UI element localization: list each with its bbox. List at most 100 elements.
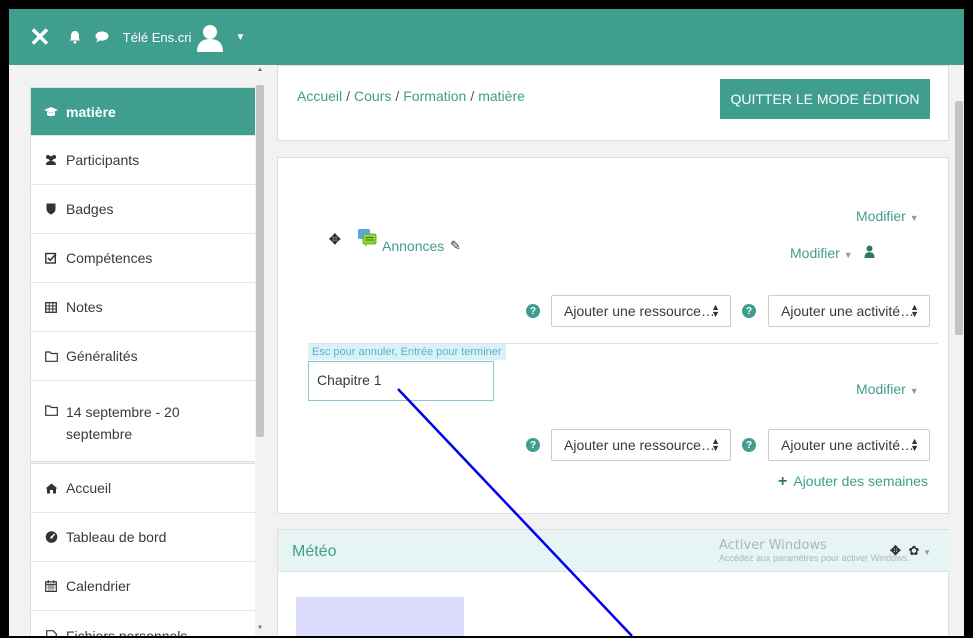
chevron-down-icon: ▼ (843, 250, 853, 260)
course-nav-group: matière Participants Badges Compétences (30, 87, 262, 462)
help-question-icon[interactable]: ? (526, 304, 540, 318)
move-handle-icon[interactable]: ✥ (329, 231, 341, 248)
help-question-icon[interactable]: ? (742, 438, 756, 452)
modify-label: Modifier (856, 208, 906, 224)
section0-modify-menu[interactable]: Modifier ▼ (856, 208, 919, 224)
user-avatar-icon[interactable] (195, 22, 225, 52)
scroll-down-arrow-icon[interactable]: ▼ (256, 625, 264, 631)
home-icon (44, 483, 58, 494)
sidebar-item-label: Participants (66, 152, 140, 168)
modify-label: Modifier (790, 245, 840, 261)
modify-label: Modifier (856, 381, 906, 397)
page-scrollbar[interactable] (954, 65, 964, 636)
sidebar-item-label: Compétences (66, 250, 153, 266)
watermark-line2: Accédez aux paramètres pour activer Wind… (719, 553, 910, 563)
folder-icon (44, 350, 58, 362)
sidebar-item-label: matière (66, 103, 116, 120)
sidebar-item-participants[interactable]: Participants (31, 136, 261, 185)
browser-viewport: ✕ Télé Ens.cri ▼ matière Participants Ba… (9, 9, 964, 636)
add-activity-select[interactable]: Ajouter une activité… ▲ ▼ (768, 295, 930, 327)
breadcrumb-link-accueil[interactable]: Accueil (297, 88, 342, 104)
chevron-down-icon: ▼ (909, 213, 919, 223)
breadcrumb-separator: / (395, 88, 400, 104)
user-role-icon[interactable] (864, 245, 875, 261)
sidebar-item-badges[interactable]: Badges (31, 185, 261, 234)
user-name[interactable]: Télé Ens.cri (123, 30, 192, 45)
breadcrumb-link-matiere[interactable]: matière (478, 88, 525, 104)
sidebar-item-calendrier[interactable]: Calendrier (31, 562, 261, 611)
sidebar-item-label: Généralités (66, 348, 138, 364)
breadcrumb-link-cours[interactable]: Cours (354, 88, 391, 104)
add-resource-select[interactable]: Ajouter une ressource… ▲ ▼ (551, 295, 731, 327)
exit-edit-mode-button[interactable]: QUITTER LE MODE ÉDITION (720, 79, 930, 119)
page-header-card: Accueil / Cours / Formation / matière QUITTER … (277, 65, 949, 141)
sidebar-item-label: 14 septembre - 20 septembre (66, 404, 180, 442)
select-arrows-icon: ▲ ▼ (910, 436, 919, 453)
section1-modify-menu[interactable]: Modifier ▼ (856, 381, 919, 397)
file-icon (44, 629, 58, 636)
block-controls: ✥ ✿ ▼ (890, 543, 931, 559)
users-icon (44, 154, 58, 166)
sidebar-item-accueil[interactable]: Accueil (31, 464, 261, 513)
sidebar-item-tableau-de-bord[interactable]: Tableau de bord (31, 513, 261, 562)
breadcrumb-link-formation[interactable]: Formation (403, 88, 466, 104)
help-question-icon[interactable]: ? (526, 438, 540, 452)
sidebar-item-week[interactable]: 14 septembre - 20 septembre (31, 381, 261, 461)
move-block-icon[interactable]: ✥ (890, 543, 901, 558)
sidebar-item-label: Badges (66, 201, 114, 217)
shield-icon (44, 203, 58, 215)
select-arrows-icon: ▲ ▼ (910, 302, 919, 319)
table-icon (44, 301, 58, 313)
section-name-input[interactable]: Chapitre 1 (308, 361, 494, 401)
select-value: Ajouter une activité… (781, 437, 915, 453)
activity-modify-menu[interactable]: Modifier ▼ (790, 245, 853, 261)
meteo-widget-image (296, 597, 464, 636)
chevron-down-icon: ▼ (909, 386, 919, 396)
sidebar-item-label: Fichiers personnels (66, 627, 188, 637)
notifications-bell-icon[interactable] (69, 30, 81, 44)
sidebar-item-label: Notes (66, 299, 103, 315)
add-activity-select-2[interactable]: Ajouter une activité… ▲ ▼ (768, 429, 930, 461)
sidebar: matière Participants Badges Compétences (9, 65, 269, 636)
watermark-line1: Activer Windows (719, 538, 827, 553)
sidebar-scrollbar[interactable]: ▲ ▼ (255, 65, 265, 636)
user-menu-caret-icon[interactable]: ▼ (235, 32, 245, 43)
site-nav-group: Accueil Tableau de bord Calendrier Fichi… (30, 463, 262, 636)
add-weeks-link[interactable]: + Ajouter des semaines (778, 473, 928, 491)
sidebar-item-competences[interactable]: Compétences (31, 234, 261, 283)
chevron-down-icon[interactable]: ▼ (923, 548, 931, 557)
inline-edit-hint: Esc pour annuler, Entrée pour terminer (308, 344, 506, 360)
help-question-icon[interactable]: ? (742, 304, 756, 318)
dashboard-icon (44, 531, 58, 543)
page-scroll-thumb[interactable] (955, 101, 963, 335)
breadcrumb-separator: / (346, 88, 351, 104)
sidebar-item-fichiers[interactable]: Fichiers personnels (31, 611, 261, 636)
sidebar-item-label: Tableau de bord (66, 529, 167, 545)
messages-bubble-icon[interactable] (95, 31, 109, 43)
add-resource-select-2[interactable]: Ajouter une ressource… ▲ ▼ (551, 429, 731, 461)
folder-icon (44, 405, 58, 416)
checkbox-icon (44, 252, 58, 264)
breadcrumb-separator: / (470, 88, 475, 104)
meteo-block-title: Météo (292, 543, 337, 560)
meteo-block-header: Météo Activer Windows Accédez aux paramè… (278, 530, 950, 572)
meteo-block: Météo Activer Windows Accédez aux paramè… (277, 529, 950, 636)
scroll-up-arrow-icon[interactable]: ▲ (256, 67, 264, 73)
sidebar-item-matiere[interactable]: matière (31, 88, 261, 136)
select-value: Ajouter une ressource… (564, 437, 715, 453)
select-value: Ajouter une activité… (781, 303, 915, 319)
sidebar-item-notes[interactable]: Notes (31, 283, 261, 332)
sidebar-item-label: Calendrier (66, 578, 131, 594)
breadcrumb: Accueil / Cours / Formation / matière (297, 88, 525, 104)
sidebar-item-generalites[interactable]: Généralités (31, 332, 261, 381)
graduation-cap-icon (44, 106, 58, 118)
edit-title-pencil-icon[interactable]: ✎ (450, 238, 461, 254)
activity-link-annonces[interactable]: Annonces (382, 238, 444, 254)
sidebar-scroll-thumb[interactable] (256, 85, 264, 437)
forum-bubbles-icon (357, 228, 377, 251)
gear-icon[interactable]: ✿ (909, 543, 920, 558)
windows-activation-watermark: Activer Windows Accédez aux paramètres p… (719, 538, 910, 563)
plus-icon: + (778, 473, 788, 490)
select-arrows-icon: ▲ ▼ (711, 302, 720, 319)
close-drawer-icon[interactable]: ✕ (29, 24, 51, 50)
